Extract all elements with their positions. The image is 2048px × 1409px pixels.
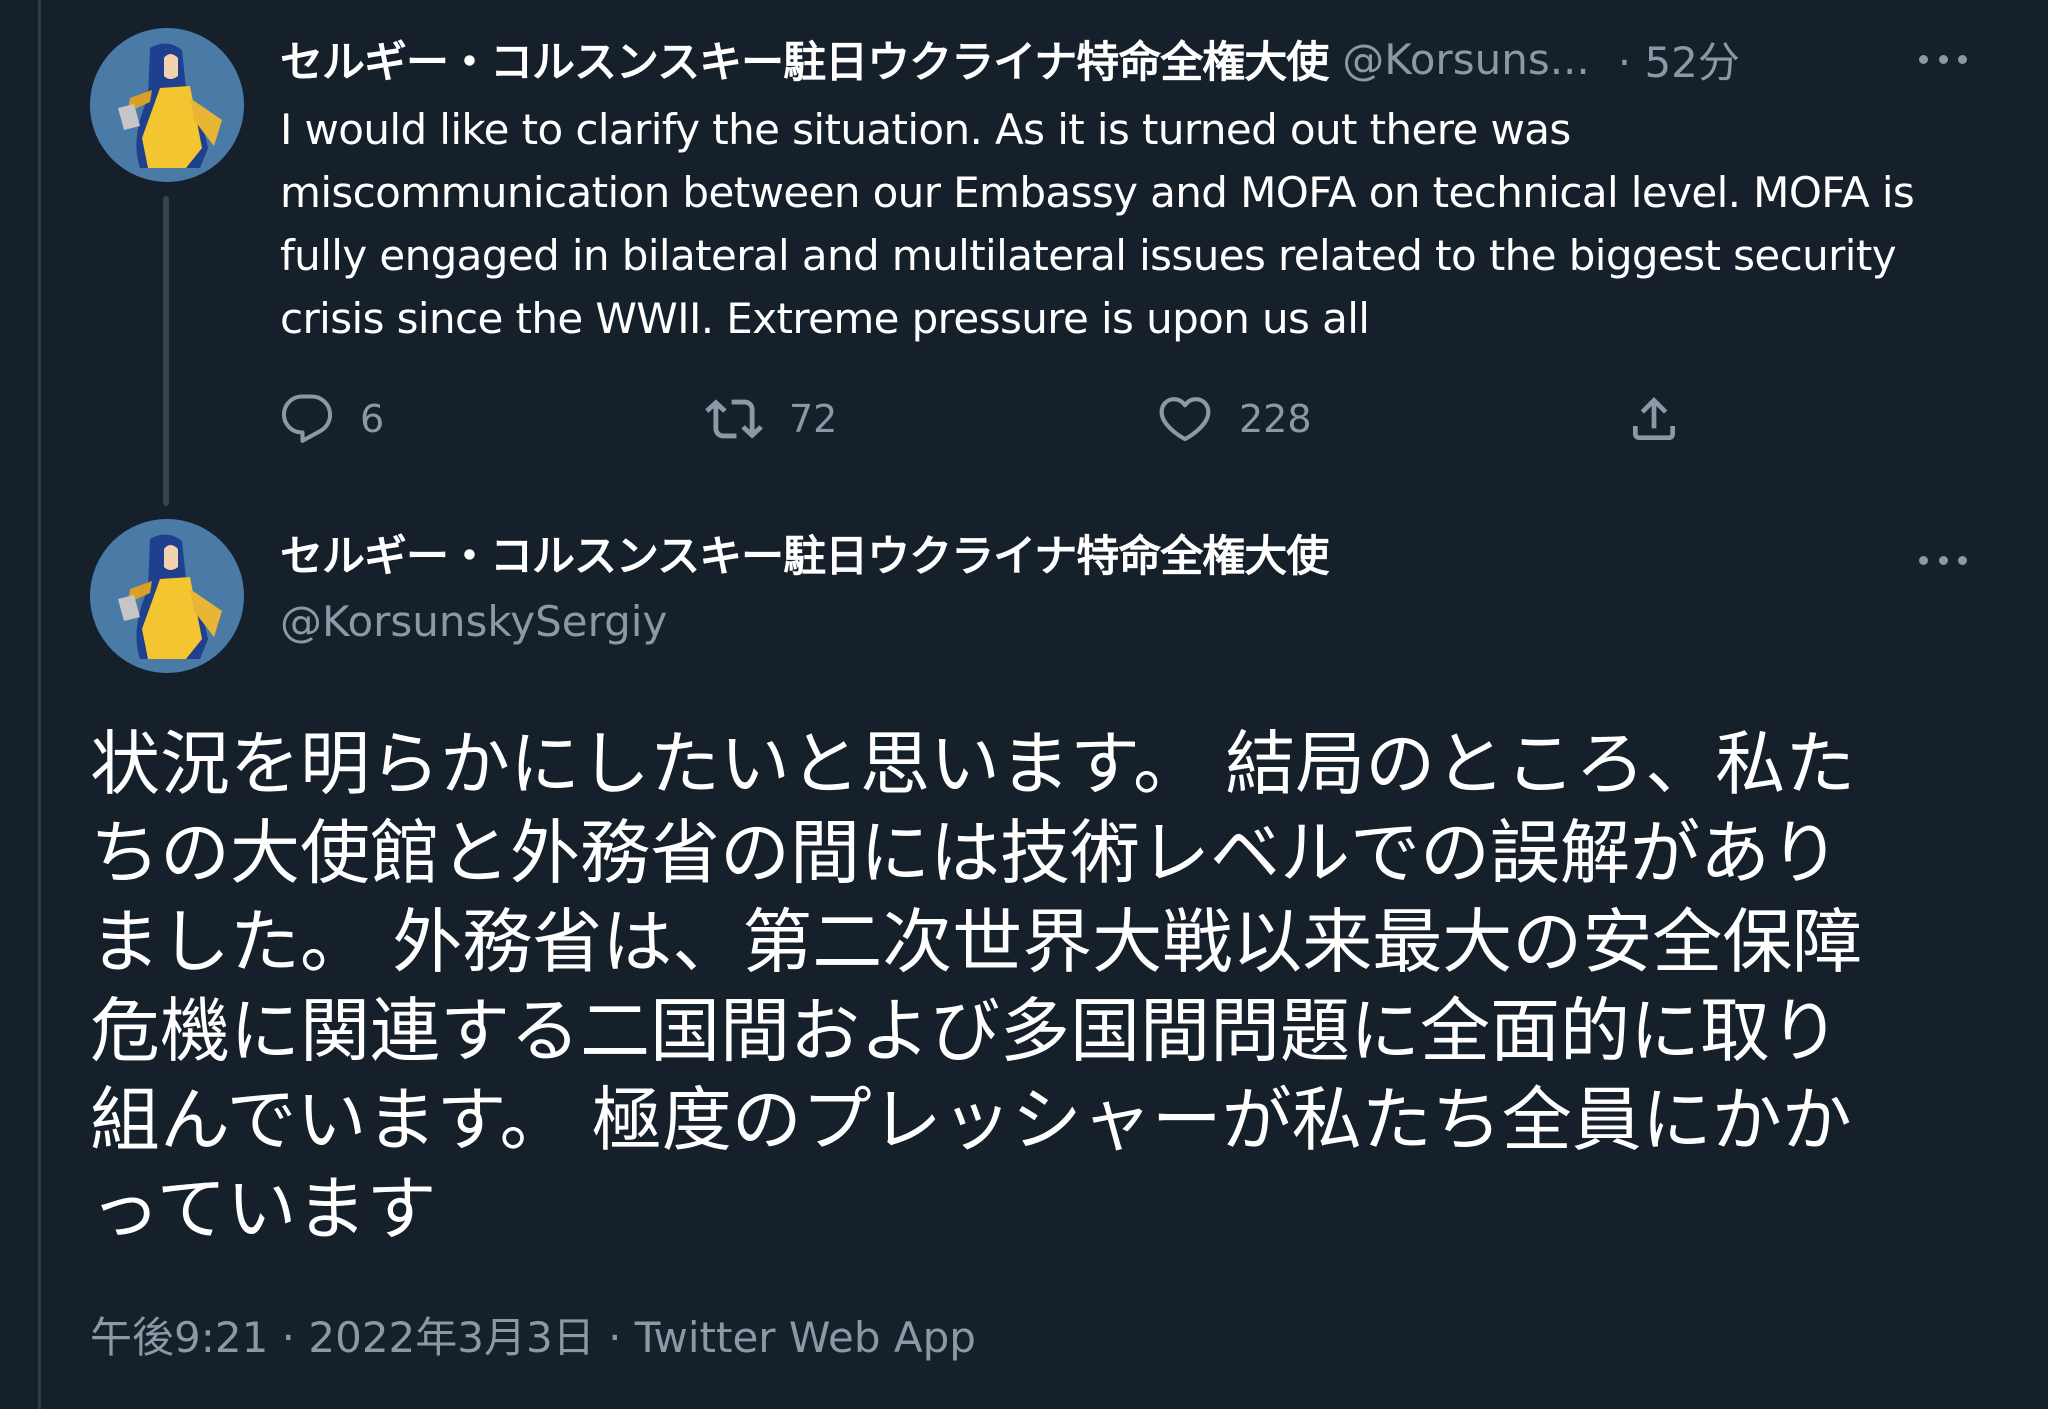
avatar[interactable] xyxy=(90,519,244,673)
tweet-timestamp[interactable]: · 52分 xyxy=(1618,29,1740,90)
reply-count: 6 xyxy=(360,397,385,441)
retweet-count: 72 xyxy=(789,397,838,441)
tweet-source[interactable]: Twitter Web App xyxy=(635,1313,976,1362)
tweet-time[interactable]: 午後9:21 xyxy=(90,1313,268,1362)
retweet-button[interactable]: 72 xyxy=(705,384,837,454)
reply-icon xyxy=(281,394,333,443)
tweet-header: セルギー・コルスンスキー駐日ウクライナ特命全権大使 @Korsuns... · … xyxy=(280,26,1740,92)
timeline-border xyxy=(38,0,41,1409)
tweet-text: 状況を明らかにしたいと思います。 結局のところ、私た ちの大使館と外務省の間には… xyxy=(90,723,1863,1250)
avatar-image xyxy=(90,28,244,182)
tweet-metadata: 午後9:21 · 2022年3月3日 · Twitter Web App xyxy=(90,1306,976,1370)
tweet-text: I would like to clarify the situation. A… xyxy=(280,105,1915,343)
like-count: 228 xyxy=(1239,397,1312,441)
meta-separator: · xyxy=(594,1313,635,1362)
reply-button[interactable]: 6 xyxy=(280,384,384,454)
more-icon[interactable] xyxy=(1919,49,1967,69)
display-name[interactable]: セルギー・コルスンスキー駐日ウクライナ特命全権大使 xyxy=(280,28,1329,90)
display-name[interactable]: セルギー・コルスンスキー駐日ウクライナ特命全権大使 xyxy=(280,532,1329,582)
thread-connector-line xyxy=(163,196,169,506)
more-icon[interactable] xyxy=(1919,550,1967,570)
like-button[interactable]: 228 xyxy=(1157,384,1312,454)
meta-separator: · xyxy=(268,1313,309,1362)
tweet-date[interactable]: 2022年3月3日 xyxy=(308,1313,594,1362)
avatar[interactable] xyxy=(90,28,244,182)
share-icon xyxy=(1633,397,1675,440)
user-handle[interactable]: @KorsunskySergiy xyxy=(280,590,667,654)
retweet-icon xyxy=(705,399,763,439)
share-button[interactable] xyxy=(1626,384,1682,454)
tweet-actions: 6 72 228 xyxy=(280,384,1700,454)
tweet-header: セルギー・コルスンスキー駐日ウクライナ特命全権大使 xyxy=(280,524,1329,590)
user-handle[interactable]: @Korsuns... xyxy=(1342,35,1589,84)
like-icon xyxy=(1159,397,1211,442)
avatar-image xyxy=(90,519,244,673)
